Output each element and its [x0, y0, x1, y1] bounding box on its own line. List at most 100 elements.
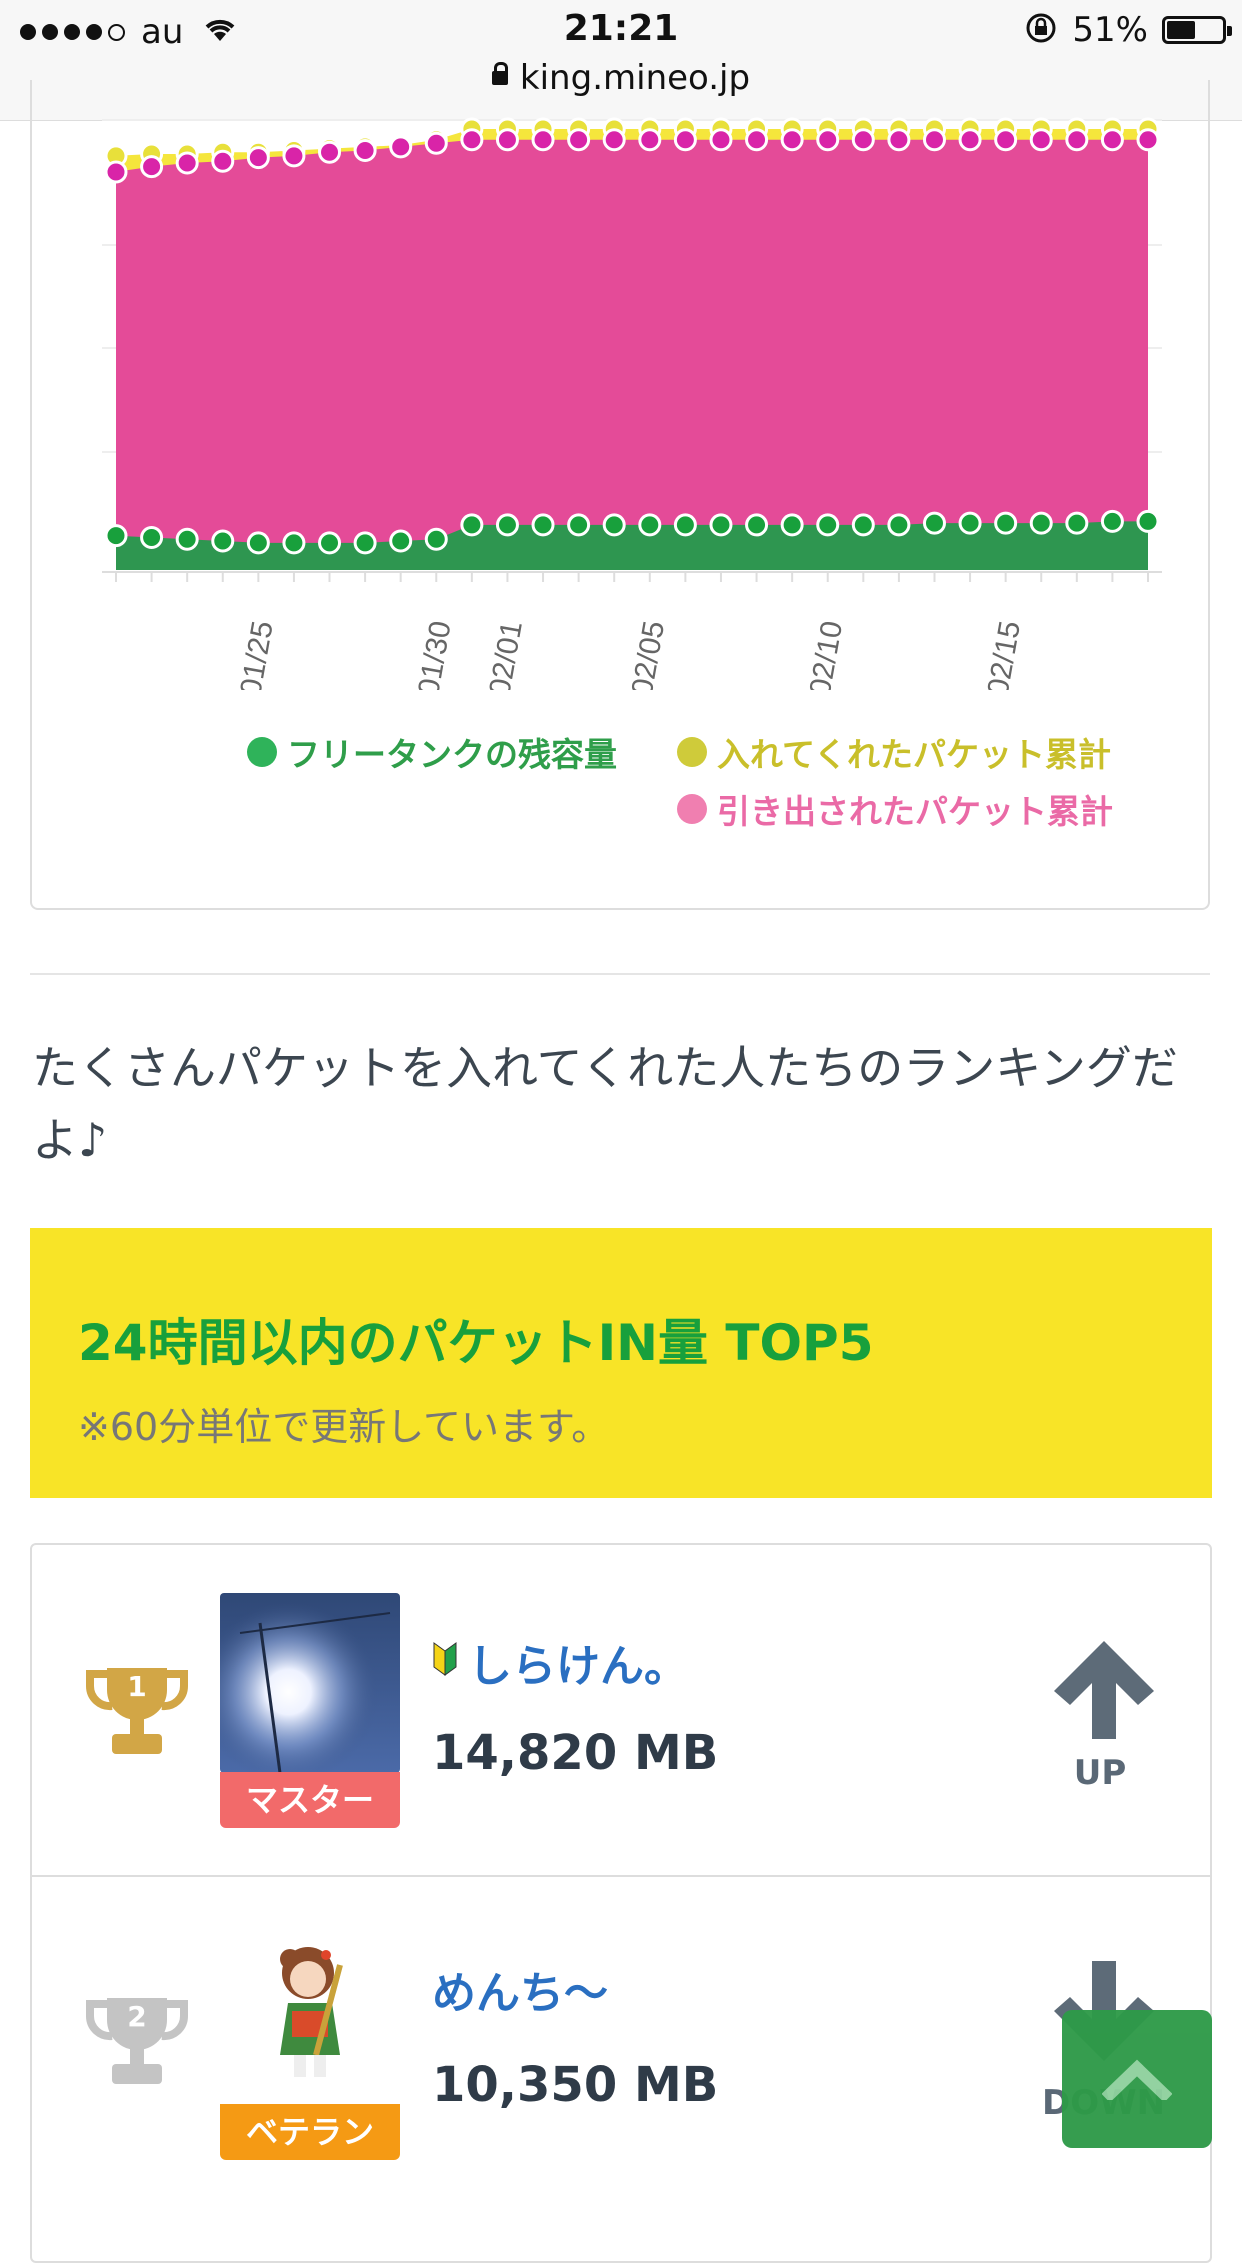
- top5-header: 24時間以内のパケットIN量 TOP5 ※60分単位で更新しています。: [30, 1228, 1212, 1498]
- data-point: [1065, 128, 1089, 152]
- data-point: [851, 128, 875, 152]
- data-point: [424, 527, 448, 551]
- data-point: [104, 524, 128, 548]
- data-point: [745, 513, 769, 537]
- data-point: [602, 128, 626, 152]
- data-point: [958, 128, 982, 152]
- gold-trophy-icon: 1: [82, 1660, 192, 1764]
- x-tick-label: 01/30: [412, 619, 458, 690]
- battery-icon: [1162, 16, 1232, 44]
- silver-trophy-icon: 2: [82, 1990, 192, 2094]
- data-point: [353, 531, 377, 555]
- rank-badge-master: マスター: [220, 1772, 400, 1828]
- data-point: [531, 513, 555, 537]
- rank-number: 2: [127, 2000, 147, 2033]
- data-point: [140, 525, 164, 549]
- legend-label: 入れてくれたパケット累計: [717, 735, 1112, 774]
- data-point: [531, 128, 555, 152]
- data-point: [424, 131, 448, 155]
- data-point: [709, 513, 733, 537]
- data-point: [140, 155, 164, 179]
- data-point: [1065, 511, 1089, 535]
- data-point: [460, 128, 484, 152]
- legend-marker: [677, 794, 707, 824]
- username-link[interactable]: めんち〜: [432, 1957, 608, 2021]
- username-link[interactable]: しらけん。: [432, 1630, 688, 1694]
- data-point: [495, 128, 519, 152]
- data-point: [1100, 509, 1124, 533]
- data-point: [353, 138, 377, 162]
- rank-badge-veteran: ベテラン: [220, 2104, 400, 2160]
- data-point: [816, 513, 840, 537]
- ranking-row[interactable]: 2 ベテラン めんち〜 10,350 MB DOWN: [32, 1875, 1210, 2207]
- series-area: [116, 139, 1148, 571]
- data-point: [318, 531, 342, 555]
- data-point: [567, 513, 591, 537]
- data-point: [1136, 509, 1160, 533]
- data-point: [175, 151, 199, 175]
- ranking-intro-text: たくさんパケットを入れてくれた人たちのランキングだよ♪: [32, 1041, 1178, 1167]
- data-point: [211, 149, 235, 173]
- data-point: [994, 511, 1018, 535]
- data-point: [282, 531, 306, 555]
- data-point: [389, 529, 413, 553]
- data-point: [567, 128, 591, 152]
- data-point: [922, 128, 946, 152]
- rotation-lock-icon: [1024, 11, 1058, 49]
- trend-label: UP: [1073, 1753, 1127, 1793]
- data-point: [887, 513, 911, 537]
- data-point: [922, 511, 946, 535]
- data-point: [389, 135, 413, 159]
- avatar[interactable]: [220, 1925, 400, 2105]
- data-point: [104, 160, 128, 184]
- ranking-row[interactable]: 1 マスター しらけん。 14,820 MB UP: [32, 1545, 1210, 1875]
- chevron-up-icon: [1101, 2054, 1173, 2104]
- data-point: [602, 513, 626, 537]
- data-point: [638, 128, 662, 152]
- username: しらけん。: [468, 1641, 688, 1692]
- data-point: [780, 128, 804, 152]
- username: めんち〜: [432, 1968, 608, 2019]
- data-point: [1029, 128, 1053, 152]
- packet-area-chart: 01/25 01/30 02/01 02/05 02/10 02/15: [102, 117, 1162, 690]
- legend-marker: [247, 737, 277, 767]
- ranking-list: 1 マスター しらけん。 14,820 MB UP 2 ベテラン めんち〜 10…: [30, 1543, 1212, 2263]
- x-tick-label: 02/10: [804, 619, 850, 690]
- data-point: [816, 128, 840, 152]
- data-point: [1136, 128, 1160, 152]
- section-divider: [30, 973, 1210, 975]
- data-point: [1100, 128, 1124, 152]
- data-point: [745, 128, 769, 152]
- x-tick-label: 02/01: [483, 619, 529, 690]
- data-point: [780, 513, 804, 537]
- data-point: [851, 513, 875, 537]
- avatar[interactable]: [220, 1593, 400, 1773]
- data-point: [887, 128, 911, 152]
- data-point: [673, 513, 697, 537]
- data-point: [318, 140, 342, 164]
- x-tick-label: 01/25: [234, 619, 280, 690]
- top5-title: 24時間以内のパケットIN量 TOP5: [78, 1314, 874, 1372]
- x-tick-label: 02/05: [626, 619, 672, 690]
- data-point: [495, 513, 519, 537]
- data-point: [460, 513, 484, 537]
- data-point: [958, 511, 982, 535]
- data-point: [994, 128, 1018, 152]
- top5-note: ※60分単位で更新しています。: [78, 1405, 610, 1449]
- status-right: 51%: [1024, 10, 1232, 50]
- legend-marker: [677, 737, 707, 767]
- legend-item-packet-in[interactable]: 入れてくれたパケット累計: [677, 728, 1111, 776]
- data-point: [246, 146, 270, 170]
- data-point: [175, 527, 199, 551]
- arrow-up-icon: [1044, 1633, 1164, 1747]
- legend-item-free-tank[interactable]: フリータンクの残容量: [247, 728, 617, 776]
- data-point: [709, 128, 733, 152]
- scroll-to-top-button[interactable]: [1062, 2010, 1212, 2148]
- x-tick-label: 02/15: [982, 619, 1028, 690]
- beginner-mark-icon: [432, 1637, 458, 1688]
- rank-number: 1: [127, 1670, 147, 1703]
- packet-amount: 10,350 MB: [432, 2057, 719, 2113]
- legend-item-packet-out[interactable]: 引き出されたパケット累計: [677, 785, 1113, 833]
- packet-amount: 14,820 MB: [432, 1725, 719, 1781]
- data-point: [211, 529, 235, 553]
